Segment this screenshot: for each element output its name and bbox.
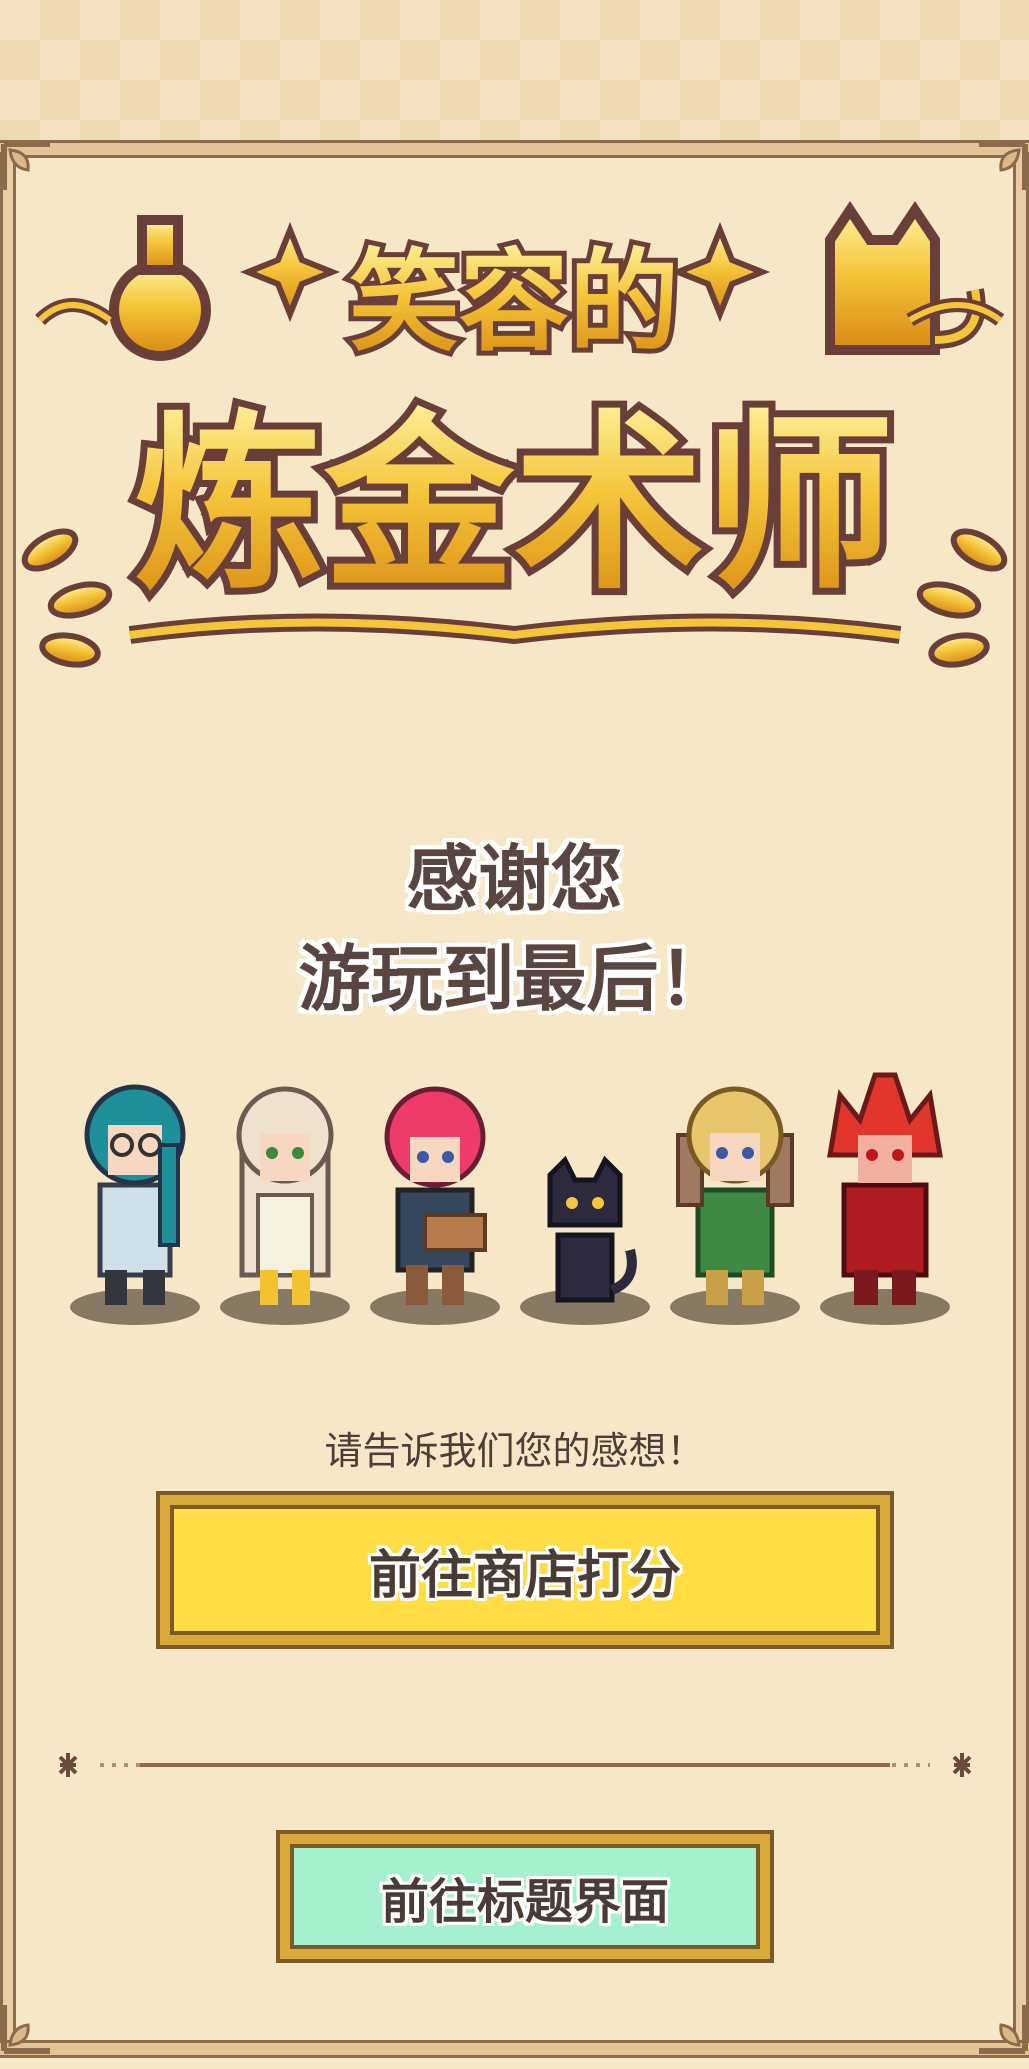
frame-bottom-border (0, 2040, 1029, 2058)
top-pattern-band (0, 0, 1029, 140)
green-outfit-character (670, 1065, 800, 1325)
blonde-girl-character (220, 1065, 350, 1325)
laurel-right-icon (916, 528, 1008, 668)
thanks-line1: 感谢您 (406, 837, 623, 921)
flask-icon (109, 215, 211, 361)
red-armor-character (820, 1065, 950, 1325)
game-logo: 笑容的 炼金术师 (10, 190, 1019, 690)
logo-line1: 笑容的 (349, 238, 679, 366)
go-to-title-button[interactable]: 前往标题界面 (280, 1834, 770, 1959)
frame-top-border (0, 140, 1029, 158)
corner-ornament-bottom-left (1, 2005, 50, 2054)
corner-ornament-bottom-right (979, 2005, 1028, 2054)
ornamental-divider (58, 1753, 972, 1777)
cat-silhouette-icon (825, 200, 986, 355)
logo-line2: 炼金术师 (134, 394, 894, 615)
laurel-left-icon (21, 528, 113, 668)
teal-haired-character (70, 1065, 200, 1325)
thanks-line2: 游玩到最后！ (298, 937, 731, 1021)
rate-in-store-button[interactable]: 前往商店打分 (160, 1495, 890, 1645)
character-lineup (70, 1055, 970, 1325)
black-cat-character (520, 1065, 650, 1325)
feedback-prompt: 请告诉我们您的感想！ (324, 1429, 705, 1473)
pink-haired-character (370, 1065, 500, 1325)
